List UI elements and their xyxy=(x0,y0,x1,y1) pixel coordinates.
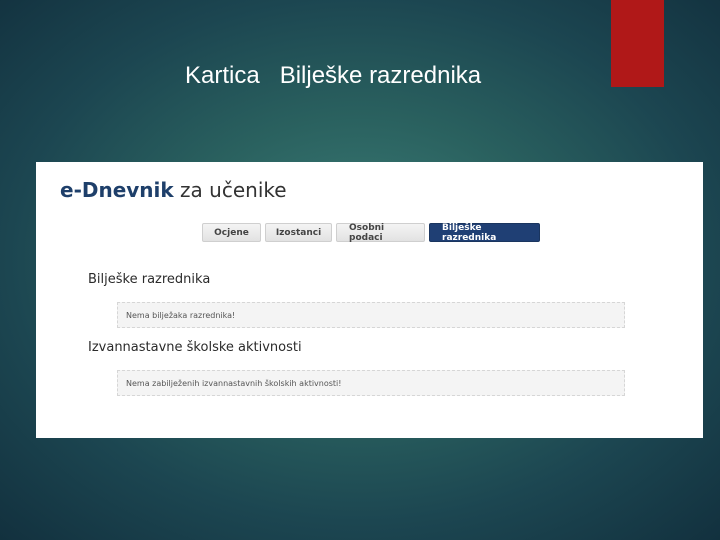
app-screenshot: e-Dnevnik za učenike Ocjene Izostanci Os… xyxy=(36,162,703,438)
empty-message-biljeske: Nema bilježaka razrednika! xyxy=(117,302,625,328)
tab-osobni-podaci[interactable]: Osobni podaci xyxy=(336,223,425,243)
section-heading-aktivnosti: Izvannastavne školske aktivnosti xyxy=(88,340,302,355)
app-title: e-Dnevnik za učenike xyxy=(60,178,287,202)
app-title-suffix: za učenike xyxy=(173,178,287,202)
empty-message-aktivnosti: Nema zabilježenih izvannastavnih školski… xyxy=(117,370,625,396)
section-heading-biljeske: Bilješke razrednika xyxy=(88,272,211,287)
tab-ocjene[interactable]: Ocjene xyxy=(202,223,261,242)
tab-izostanci[interactable]: Izostanci xyxy=(265,223,332,242)
app-brand: e-Dnevnik xyxy=(60,178,174,202)
decorative-red-bar xyxy=(611,0,664,87)
tab-bar: Ocjene Izostanci Osobni podaci Bilješke … xyxy=(202,223,540,243)
tab-biljeske-razrednika[interactable]: Bilješke razrednika xyxy=(429,223,540,243)
slide-title: Kartica Bilješke razrednika xyxy=(185,62,482,89)
